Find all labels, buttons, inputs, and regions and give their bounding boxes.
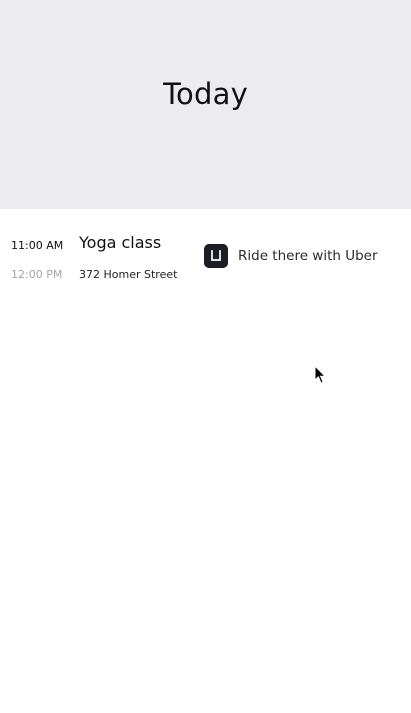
event-start-time: 11:00 AM <box>11 239 64 252</box>
page-title: Today <box>163 77 248 111</box>
event-end-time: 12:00 PM <box>11 268 63 281</box>
ride-with-uber-button[interactable]: Ride there with Uber <box>204 242 384 270</box>
event-row-yoga-class[interactable]: 11:00 AM 12:00 PM Yoga class 372 Homer S… <box>0 209 411 291</box>
today-screen: Today 11:00 AM 12:00 PM Yoga class 372 H… <box>0 0 411 713</box>
event-location: 372 Homer Street <box>79 268 178 281</box>
mouse-pointer-icon <box>314 365 326 384</box>
event-title: Yoga class <box>79 233 162 252</box>
header: Today <box>0 0 411 209</box>
ride-with-uber-label: Ride there with Uber <box>238 248 378 264</box>
uber-logo-icon <box>204 244 228 268</box>
